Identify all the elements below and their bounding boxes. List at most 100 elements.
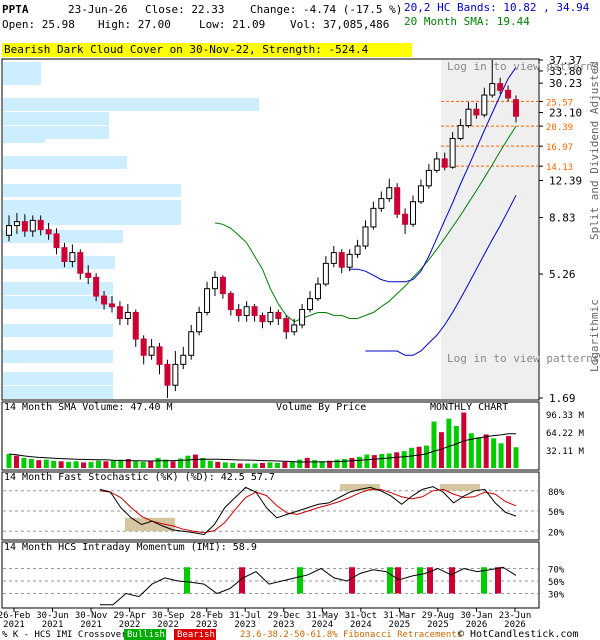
candle-body bbox=[251, 306, 258, 316]
volume-bar bbox=[58, 461, 64, 468]
bearish-legend-label: Bearish bbox=[177, 630, 215, 640]
imi-panel-title: 14 Month HCS Intraday Momentum (IMI): 58… bbox=[4, 542, 257, 553]
candle-body bbox=[354, 245, 361, 255]
volume-bar bbox=[416, 446, 422, 468]
imi-bullish-bar bbox=[297, 567, 303, 594]
candle-body bbox=[53, 233, 60, 249]
candle-body bbox=[132, 311, 139, 340]
bullish-legend-label: Bullish bbox=[127, 630, 165, 640]
candle-body bbox=[188, 331, 195, 356]
candle-body bbox=[77, 252, 84, 274]
volume-bar bbox=[103, 461, 109, 468]
y-tick-label: 20.39 bbox=[546, 123, 573, 133]
volume-bar bbox=[409, 447, 415, 468]
volume-bar bbox=[371, 455, 377, 468]
volume-bar bbox=[28, 459, 34, 468]
login-shade bbox=[441, 60, 538, 399]
x-tick-year: 2023 bbox=[196, 620, 218, 630]
volume-y-tick: 64.22 M bbox=[546, 429, 585, 439]
y-tick-label: 5.26 bbox=[549, 268, 576, 281]
copyright-label: © HotCandlestick.com bbox=[458, 629, 578, 640]
vbp-bar bbox=[3, 212, 181, 225]
candle-body bbox=[314, 283, 321, 300]
vbp-bar bbox=[3, 72, 41, 85]
candle-body bbox=[330, 252, 337, 264]
candle-body bbox=[299, 309, 306, 326]
vbp-bar bbox=[3, 372, 113, 385]
candle-body bbox=[513, 99, 519, 117]
imi-bullish-bar bbox=[184, 567, 190, 594]
candle-body bbox=[219, 276, 226, 295]
volume-bar bbox=[342, 459, 348, 468]
candle-body bbox=[45, 229, 52, 235]
candle-body bbox=[21, 221, 28, 232]
volume-bar bbox=[6, 454, 12, 468]
volume-bar bbox=[506, 436, 512, 468]
volume-bar bbox=[424, 445, 430, 468]
volume-bars bbox=[6, 412, 519, 468]
candle-body bbox=[180, 354, 187, 365]
volume-bar bbox=[140, 461, 146, 468]
y-tick-label: 23.10 bbox=[549, 107, 582, 120]
imi-lines bbox=[3, 566, 538, 606]
volume-bar bbox=[267, 462, 273, 468]
x-tick-year: 2021 bbox=[80, 620, 102, 630]
monthly-chart-label: MONTHLY CHART bbox=[430, 402, 508, 413]
volume-bar bbox=[386, 453, 392, 468]
volume-bar bbox=[334, 459, 340, 468]
x-tick-year: 2024 bbox=[311, 620, 333, 630]
candle-body bbox=[101, 295, 108, 305]
stochastic-lines bbox=[3, 484, 538, 536]
y-tick-label: 16.97 bbox=[546, 143, 573, 153]
candle-body bbox=[196, 311, 203, 333]
volume-bar bbox=[36, 460, 42, 468]
imi-bullish-bar bbox=[417, 567, 423, 594]
candle-body bbox=[433, 158, 440, 171]
volume-bar bbox=[304, 457, 310, 468]
x-tick-year: 2022 bbox=[119, 620, 141, 630]
volume-bar bbox=[356, 456, 362, 468]
volume-y-axis: 96.33 M 64.22 M 32.11 M bbox=[546, 411, 585, 457]
volume-bar bbox=[379, 454, 385, 468]
imi-y-tick: 70% bbox=[548, 566, 565, 576]
volume-y-tick: 96.33 M bbox=[546, 411, 585, 421]
right-label-top: Split and Dividend Adjusted bbox=[588, 61, 600, 240]
login-bottom-text: Log in to view patterns in this area bbox=[447, 352, 600, 365]
vbp-bar bbox=[3, 350, 113, 363]
candle-body bbox=[243, 306, 250, 316]
volume-bar bbox=[245, 463, 251, 468]
stoch-overbought-shade bbox=[440, 484, 480, 491]
volume-bar bbox=[192, 454, 198, 468]
volume-bar bbox=[364, 454, 370, 468]
candle-body bbox=[61, 247, 68, 263]
login-top-text: Log in to view patterns in this area bbox=[447, 60, 600, 73]
candle-body bbox=[441, 158, 448, 168]
volume-bar bbox=[155, 457, 161, 468]
stoch-y-tick: 50% bbox=[548, 508, 565, 518]
candle-body bbox=[275, 311, 282, 320]
volume-bar bbox=[13, 455, 19, 468]
candle-body bbox=[204, 288, 211, 313]
x-tick-year: 2021 bbox=[42, 620, 64, 630]
stochastic-y-axis: 80% 50% 20% bbox=[548, 488, 565, 539]
footer-legend-prefix: % K - HCS IMI Crossover: bbox=[2, 630, 132, 640]
volume-bar bbox=[289, 461, 295, 468]
fib-legend-label: 23.6-38.2-50-61.8% Fibonacci Retracement… bbox=[240, 630, 462, 640]
candle-body bbox=[465, 108, 472, 127]
volume-bar bbox=[274, 462, 280, 468]
volume-y-tick: 32.11 M bbox=[546, 447, 585, 457]
candle-body bbox=[13, 221, 20, 227]
candle-body bbox=[227, 293, 234, 311]
volume-bar bbox=[252, 463, 258, 468]
candle-body bbox=[307, 298, 314, 311]
y-tick-label: 8.83 bbox=[549, 211, 576, 224]
candle-body bbox=[283, 318, 290, 333]
candle-body bbox=[29, 219, 36, 232]
volume-bar bbox=[88, 461, 94, 468]
imi-y-axis: 70% 50% 30% bbox=[548, 566, 565, 601]
y-tick-label: 30.23 bbox=[549, 77, 582, 90]
candle-body bbox=[259, 314, 266, 323]
vbp-label: Volume By Price bbox=[276, 402, 366, 413]
candle-body bbox=[235, 309, 242, 316]
candle-body bbox=[489, 83, 496, 96]
